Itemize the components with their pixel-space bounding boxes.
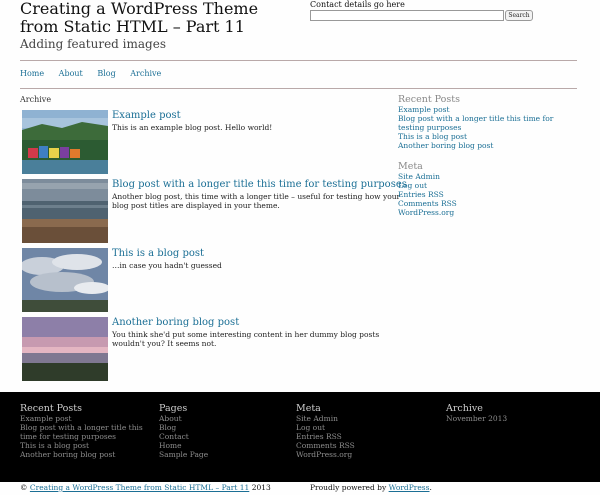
- copyright-site-link[interactable]: Creating a WordPress Theme from Static H…: [30, 483, 249, 492]
- footer-page-link[interactable]: About: [159, 414, 279, 423]
- footer-widget-title: Pages: [159, 403, 188, 414]
- wordpress-link[interactable]: WordPress: [389, 483, 430, 492]
- post-thumbnail-beach[interactable]: [22, 179, 108, 243]
- header-divider: [20, 60, 577, 61]
- sidebar-recent-link[interactable]: Example post: [398, 105, 578, 114]
- footer-meta-link[interactable]: Log out: [296, 423, 416, 432]
- sidebar-meta-link[interactable]: Site Admin: [398, 172, 578, 181]
- sidebar-recent-posts: Recent Posts Example post Blog post with…: [398, 94, 578, 150]
- footer-meta: Meta Site Admin Log out Entries RSS Comm…: [296, 403, 416, 459]
- footer-widget-title: Recent Posts: [20, 403, 82, 414]
- footer-meta-link[interactable]: WordPress.org: [296, 450, 416, 459]
- nav-item-about[interactable]: About: [59, 69, 83, 78]
- post-excerpt: …in case you hadn't guessed: [112, 261, 222, 270]
- copyright-year: 2013: [251, 483, 271, 492]
- post-item: Blog post with a longer title this time …: [22, 179, 407, 243]
- sidebar-meta-link[interactable]: Log out: [398, 181, 578, 190]
- post-item: This is a blog post …in case you hadn't …: [22, 248, 392, 312]
- powered-by-suffix: .: [429, 483, 432, 492]
- nav-item-home[interactable]: Home: [20, 69, 44, 78]
- post-thumbnail-harbour[interactable]: [22, 110, 108, 174]
- footer-pages: Pages About Blog Contact Home Sample Pag…: [159, 403, 279, 459]
- copyright: © Creating a WordPress Theme from Static…: [20, 483, 271, 492]
- footer-page-link[interactable]: Home: [159, 441, 279, 450]
- contact-details: Contact details go here: [310, 0, 405, 9]
- post-excerpt: You think she'd put some interesting con…: [112, 330, 380, 348]
- footer-page-link[interactable]: Sample Page: [159, 450, 279, 459]
- footer-recent-link[interactable]: This is a blog post: [20, 441, 145, 450]
- main-navigation: Home About Blog Archive: [20, 69, 173, 78]
- post-thumbnail-clouds[interactable]: [22, 248, 108, 312]
- footer-page-link[interactable]: Contact: [159, 432, 279, 441]
- footer-widget-title: Meta: [296, 403, 321, 414]
- search-input[interactable]: [310, 10, 504, 21]
- site-title[interactable]: Creating a WordPress Theme from Static H…: [20, 0, 290, 36]
- search-button[interactable]: Search: [505, 10, 533, 21]
- post-item: Example post This is an example blog pos…: [22, 110, 392, 174]
- footer-widget-title: Archive: [446, 403, 483, 414]
- widget-title: Recent Posts: [398, 94, 460, 105]
- post-title[interactable]: This is a blog post: [112, 248, 204, 259]
- site-description: Adding featured images: [20, 37, 166, 51]
- post-title[interactable]: Another boring blog post: [112, 317, 239, 328]
- post-thumbnail-sunset[interactable]: [22, 317, 108, 381]
- sidebar-meta-link[interactable]: Entries RSS: [398, 190, 578, 199]
- sidebar-meta-link[interactable]: WordPress.org: [398, 208, 578, 217]
- post-item: Another boring blog post You think she'd…: [22, 317, 392, 381]
- post-excerpt: Another blog post, this time with a long…: [112, 192, 401, 210]
- nav-item-blog[interactable]: Blog: [97, 69, 115, 78]
- footer-page-link[interactable]: Blog: [159, 423, 279, 432]
- nav-divider: [20, 88, 577, 89]
- archive-heading: Archive: [20, 95, 52, 104]
- copyright-symbol: ©: [20, 483, 28, 492]
- powered-by: Proudly powered by WordPress.: [310, 483, 432, 492]
- footer-meta-link[interactable]: Comments RSS: [296, 441, 416, 450]
- powered-by-prefix: Proudly powered by: [310, 483, 387, 492]
- footer-recent-posts: Recent Posts Example post Blog post with…: [20, 403, 145, 459]
- footer-archive: Archive November 2013: [446, 403, 566, 423]
- post-title[interactable]: Blog post with a longer title this time …: [112, 179, 407, 190]
- footer-meta-link[interactable]: Entries RSS: [296, 432, 416, 441]
- widget-title: Meta: [398, 161, 423, 172]
- sidebar-meta: Meta Site Admin Log out Entries RSS Comm…: [398, 161, 578, 217]
- post-title[interactable]: Example post: [112, 110, 181, 121]
- footer-archive-link[interactable]: November 2013: [446, 414, 566, 423]
- post-excerpt: This is an example blog post. Hello worl…: [112, 123, 273, 132]
- sidebar-recent-link[interactable]: This is a blog post: [398, 132, 578, 141]
- footer-recent-link[interactable]: Blog post with a longer title this time …: [20, 423, 145, 441]
- sidebar-recent-link[interactable]: Another boring blog post: [398, 141, 578, 150]
- sidebar-meta-link[interactable]: Comments RSS: [398, 199, 578, 208]
- footer-recent-link[interactable]: Another boring blog post: [20, 450, 145, 459]
- site-footer: Recent Posts Example post Blog post with…: [0, 392, 600, 482]
- footer-recent-link[interactable]: Example post: [20, 414, 145, 423]
- sidebar-recent-link[interactable]: Blog post with a longer title this time …: [398, 114, 578, 132]
- nav-item-archive[interactable]: Archive: [130, 69, 161, 78]
- footer-meta-link[interactable]: Site Admin: [296, 414, 416, 423]
